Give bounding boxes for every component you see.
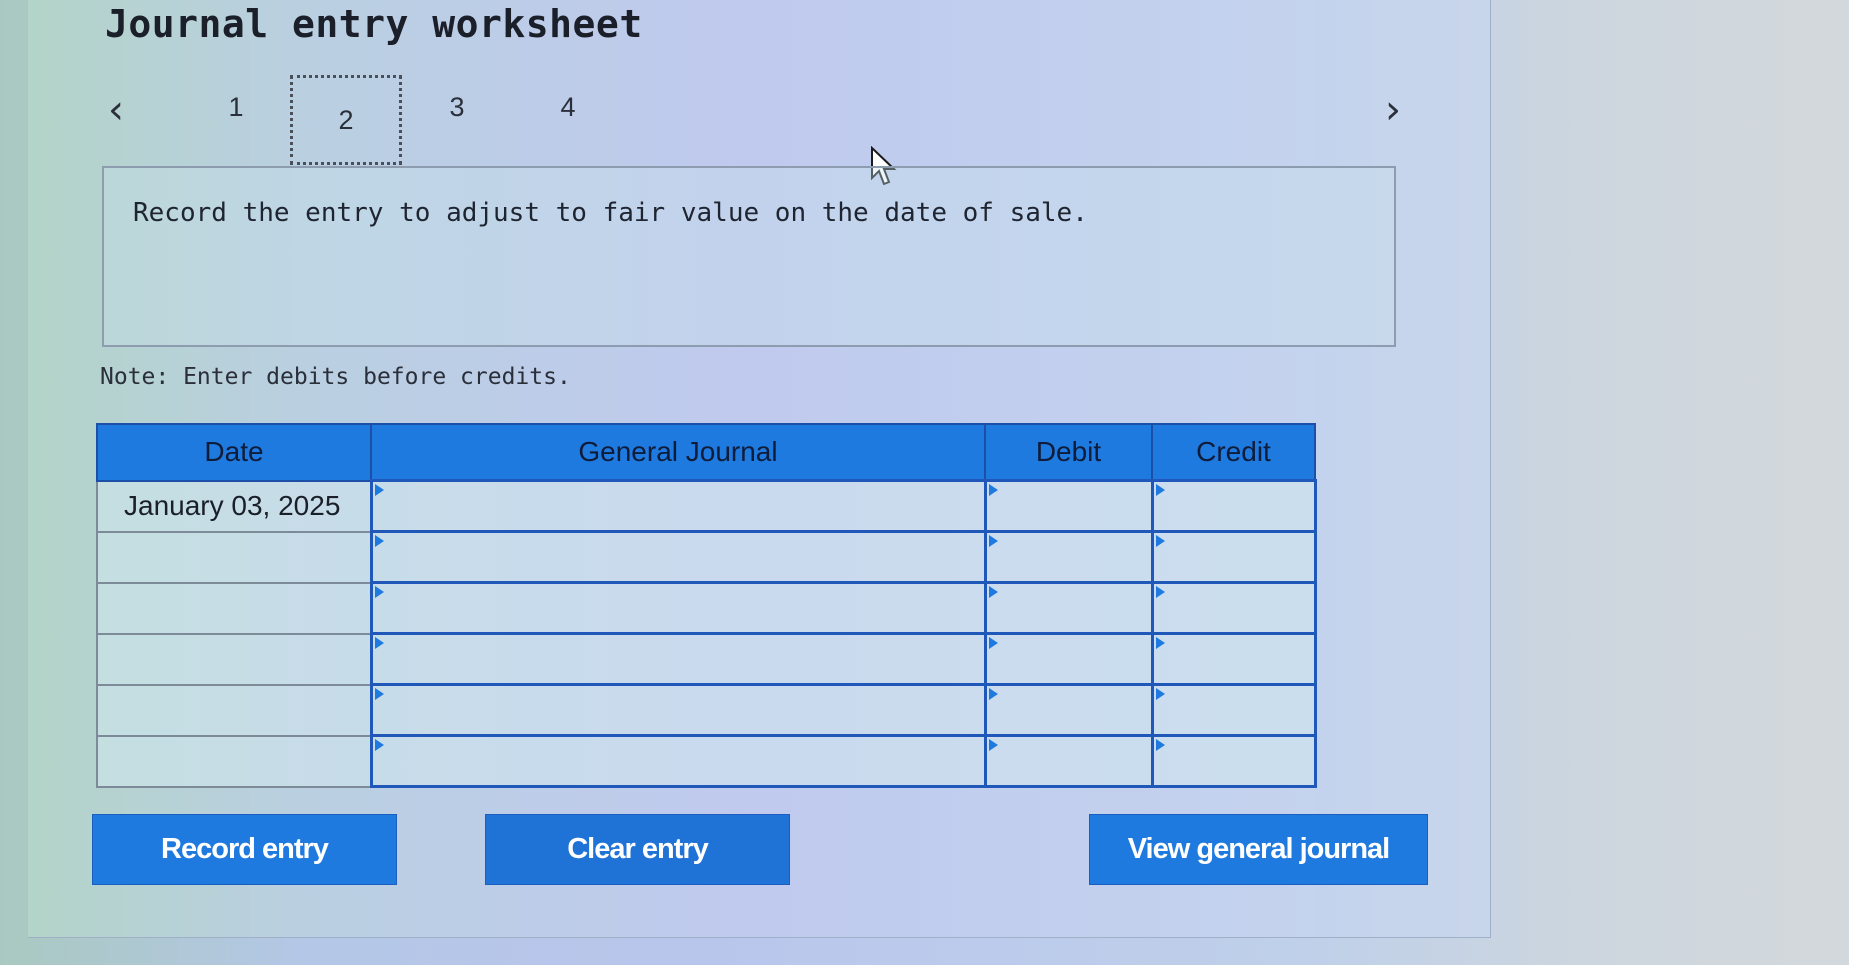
date-cell: [96, 530, 372, 584]
dropdown-marker-icon: [374, 637, 384, 649]
page-1-tab[interactable]: 1: [216, 92, 256, 123]
input-marker-icon: [1155, 739, 1165, 751]
table-row: [96, 632, 1317, 686]
instruction-box: [102, 166, 1396, 347]
debit-input[interactable]: [983, 581, 1154, 635]
date-cell: [96, 683, 372, 737]
debit-input[interactable]: [983, 683, 1154, 737]
input-marker-icon: [988, 535, 998, 547]
credit-input[interactable]: [1150, 734, 1317, 788]
input-marker-icon: [1155, 484, 1165, 496]
page-title: Journal entry worksheet: [105, 2, 643, 46]
input-marker-icon: [988, 586, 998, 598]
date-cell: [96, 581, 372, 635]
input-marker-icon: [1155, 637, 1165, 649]
note-text: Note: Enter debits before credits.: [100, 364, 571, 390]
page-4-tab[interactable]: 4: [548, 92, 588, 123]
input-marker-icon: [988, 739, 998, 751]
dropdown-marker-icon: [374, 535, 384, 547]
chevron-right-icon[interactable]: ›: [1385, 90, 1401, 130]
record-entry-button[interactable]: Record entry: [92, 814, 397, 885]
page-3-tab[interactable]: 3: [437, 92, 477, 123]
credit-input[interactable]: [1150, 632, 1317, 686]
chevron-left-icon[interactable]: ‹: [108, 90, 124, 130]
header-date: Date: [96, 423, 372, 482]
input-marker-icon: [1155, 535, 1165, 547]
account-input[interactable]: [369, 530, 987, 584]
input-marker-icon: [988, 637, 998, 649]
clear-entry-button[interactable]: Clear entry: [485, 814, 790, 885]
input-marker-icon: [988, 688, 998, 700]
debit-input[interactable]: [983, 479, 1154, 533]
table-header-row: Date General Journal Debit Credit: [96, 423, 1316, 482]
table-row: [96, 683, 1317, 737]
debit-input[interactable]: [983, 632, 1154, 686]
account-input[interactable]: [369, 581, 987, 635]
dropdown-marker-icon: [374, 688, 384, 700]
page-2-tab[interactable]: 2: [290, 75, 402, 165]
instruction-text: Record the entry to adjust to fair value…: [133, 198, 1088, 228]
view-general-journal-button[interactable]: View general journal: [1089, 814, 1428, 885]
date-cell: January 03, 2025: [96, 479, 372, 533]
credit-input[interactable]: [1150, 479, 1317, 533]
account-input[interactable]: [369, 632, 987, 686]
date-cell: [96, 632, 372, 686]
header-credit: Credit: [1151, 423, 1316, 482]
dropdown-marker-icon: [374, 586, 384, 598]
account-input[interactable]: [369, 479, 987, 533]
header-general-journal: General Journal: [370, 423, 986, 482]
table-row: [96, 581, 1317, 635]
credit-input[interactable]: [1150, 530, 1317, 584]
credit-input[interactable]: [1150, 581, 1317, 635]
account-input[interactable]: [369, 683, 987, 737]
debit-input[interactable]: [983, 530, 1154, 584]
credit-input[interactable]: [1150, 683, 1317, 737]
table-row: [96, 530, 1317, 584]
header-debit: Debit: [984, 423, 1153, 482]
journal-table: Date General Journal Debit Credit Januar…: [96, 423, 1317, 788]
input-marker-icon: [988, 484, 998, 496]
dropdown-marker-icon: [374, 739, 384, 751]
date-cell: [96, 734, 372, 788]
account-input[interactable]: [369, 734, 987, 788]
input-marker-icon: [1155, 688, 1165, 700]
table-row: [96, 734, 1317, 788]
input-marker-icon: [1155, 586, 1165, 598]
table-row: January 03, 2025: [96, 479, 1317, 533]
dropdown-marker-icon: [374, 484, 384, 496]
debit-input[interactable]: [983, 734, 1154, 788]
